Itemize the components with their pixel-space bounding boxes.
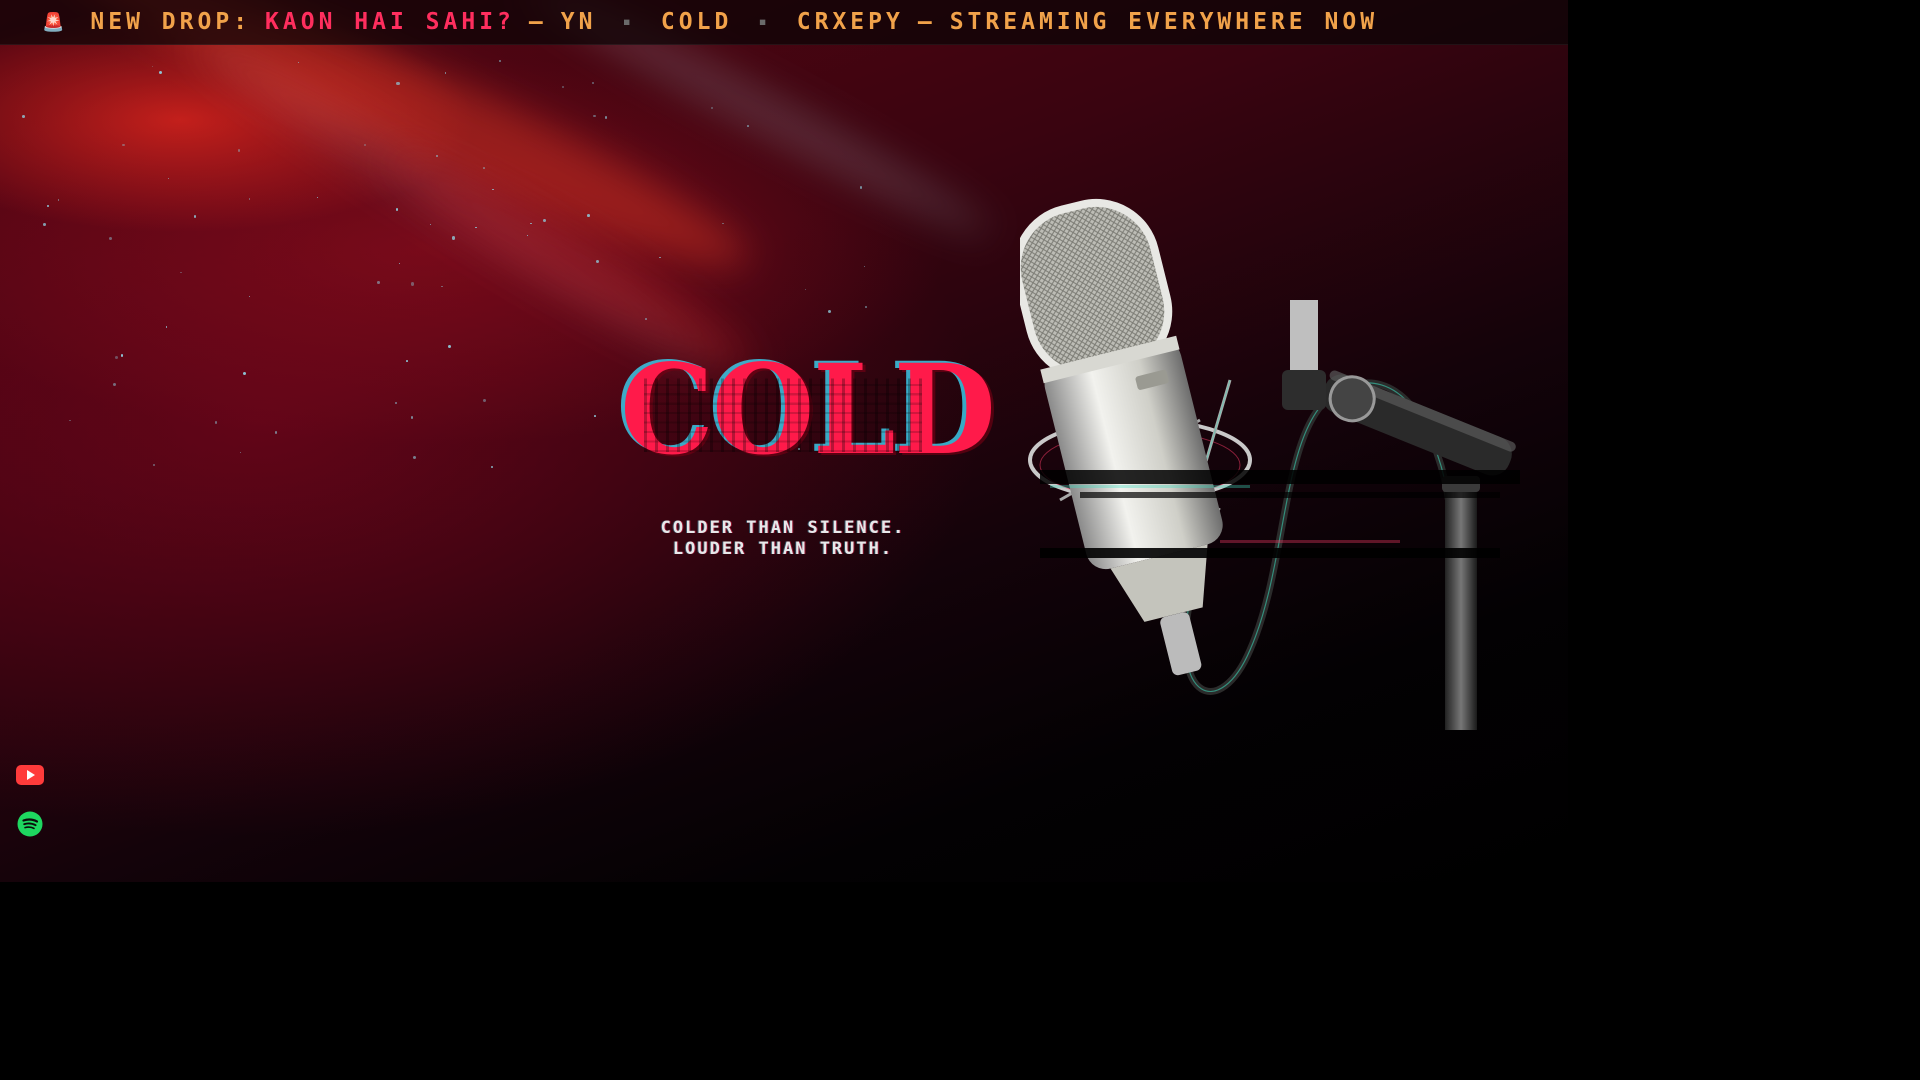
star xyxy=(377,281,380,284)
hero-title: COLD xyxy=(620,336,996,483)
star xyxy=(398,262,401,264)
star xyxy=(441,285,443,287)
star xyxy=(214,421,217,424)
star xyxy=(722,223,724,225)
rotating-light-icon: 🚨 xyxy=(42,11,69,33)
ticker-separator: ▪ xyxy=(622,14,635,30)
star xyxy=(180,271,182,274)
star xyxy=(274,431,278,434)
ticker-artist-crxepy: CRXEPY xyxy=(796,9,904,35)
star xyxy=(859,186,862,189)
microphone-image xyxy=(1020,198,1520,730)
star xyxy=(237,149,241,153)
star xyxy=(248,198,251,200)
star xyxy=(151,65,153,67)
star xyxy=(165,326,168,328)
star xyxy=(193,215,197,218)
star xyxy=(394,402,398,405)
star xyxy=(114,355,118,360)
star xyxy=(122,144,125,147)
star xyxy=(112,383,116,387)
ticker-prefix: NEW DROP: xyxy=(90,9,252,35)
star xyxy=(57,199,60,201)
star xyxy=(158,71,162,75)
star xyxy=(153,463,156,467)
star xyxy=(863,266,865,268)
star xyxy=(591,82,594,85)
star xyxy=(243,371,247,376)
star xyxy=(444,71,447,74)
star xyxy=(248,295,251,298)
announcement-ticker[interactable]: 🚨 NEW DROP: KAON HAI SAHI? — YN ▪ COLD ▪… xyxy=(0,0,1568,45)
star xyxy=(604,116,608,119)
star xyxy=(865,305,868,308)
star xyxy=(490,465,494,469)
tagline-line-1: COLDER THAN SILENCE. xyxy=(660,518,906,538)
star xyxy=(406,360,409,363)
ticker-status: STREAMING EVERYWHERE NOW xyxy=(949,9,1379,35)
star xyxy=(42,223,46,226)
ticker-dash: — xyxy=(917,9,936,35)
star xyxy=(430,224,432,226)
star xyxy=(594,415,596,417)
star xyxy=(828,310,832,314)
star xyxy=(452,236,456,240)
star xyxy=(21,114,25,118)
hero-section: COLD COLDER THAN SILENCE. LOUDER THAN TR… xyxy=(620,336,996,560)
landing-page: 🚨 NEW DROP: KAON HAI SAHI? — YN ▪ COLD ▪… xyxy=(0,0,1568,882)
star xyxy=(483,398,487,402)
youtube-link[interactable] xyxy=(16,761,44,789)
star xyxy=(108,236,113,240)
tagline-line-2: LOUDER THAN TRUTH. xyxy=(672,539,894,559)
star xyxy=(410,416,414,419)
ticker-track-title: KAON HAI SAHI? xyxy=(265,9,515,35)
spotify-link[interactable] xyxy=(16,810,44,838)
star xyxy=(499,60,501,62)
spotify-icon xyxy=(17,811,43,837)
ticker-artist-yn: YN xyxy=(560,9,597,35)
star xyxy=(410,282,414,286)
star xyxy=(659,256,661,259)
star xyxy=(316,197,318,199)
ticker-separator: ▪ xyxy=(758,14,771,30)
youtube-icon xyxy=(16,765,44,785)
star xyxy=(167,177,169,179)
star xyxy=(120,354,124,357)
star xyxy=(46,204,49,208)
ticker-artist-cold: COLD xyxy=(660,9,733,35)
ticker-dash: — xyxy=(528,9,547,35)
star xyxy=(561,86,564,89)
star xyxy=(240,451,242,453)
star xyxy=(447,345,451,349)
hero-tagline: COLDER THAN SILENCE. LOUDER THAN TRUTH. xyxy=(620,518,946,560)
star xyxy=(592,114,596,118)
star xyxy=(804,288,806,290)
star xyxy=(69,420,71,422)
star xyxy=(395,208,398,211)
star xyxy=(412,456,416,460)
